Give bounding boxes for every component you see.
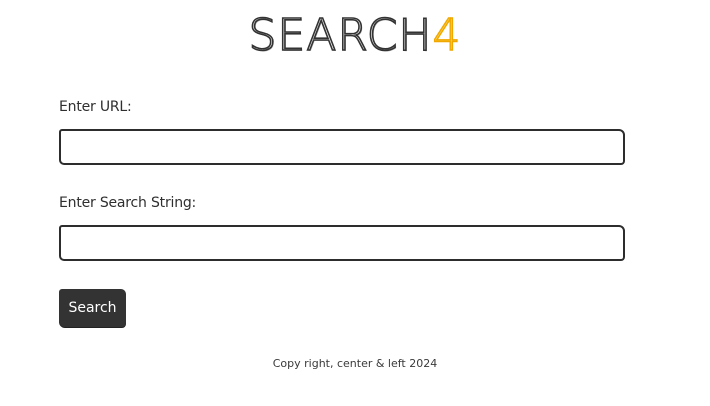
page: SEARCH4 Enter URL: Enter Search String: …	[0, 0, 710, 406]
search-string-input[interactable]	[59, 225, 625, 261]
search-string-label: Enter Search String:	[59, 195, 197, 211]
url-input[interactable]	[59, 129, 625, 165]
search-button[interactable]: Search	[59, 289, 126, 327]
site-logo: SEARCH4	[0, 9, 710, 62]
footer-copyright: Copy right, center & left 2024	[272, 357, 438, 370]
url-label: Enter URL:	[59, 99, 132, 115]
logo-accent-digit: 4	[432, 9, 462, 61]
logo-text: SEARCH	[248, 9, 433, 62]
